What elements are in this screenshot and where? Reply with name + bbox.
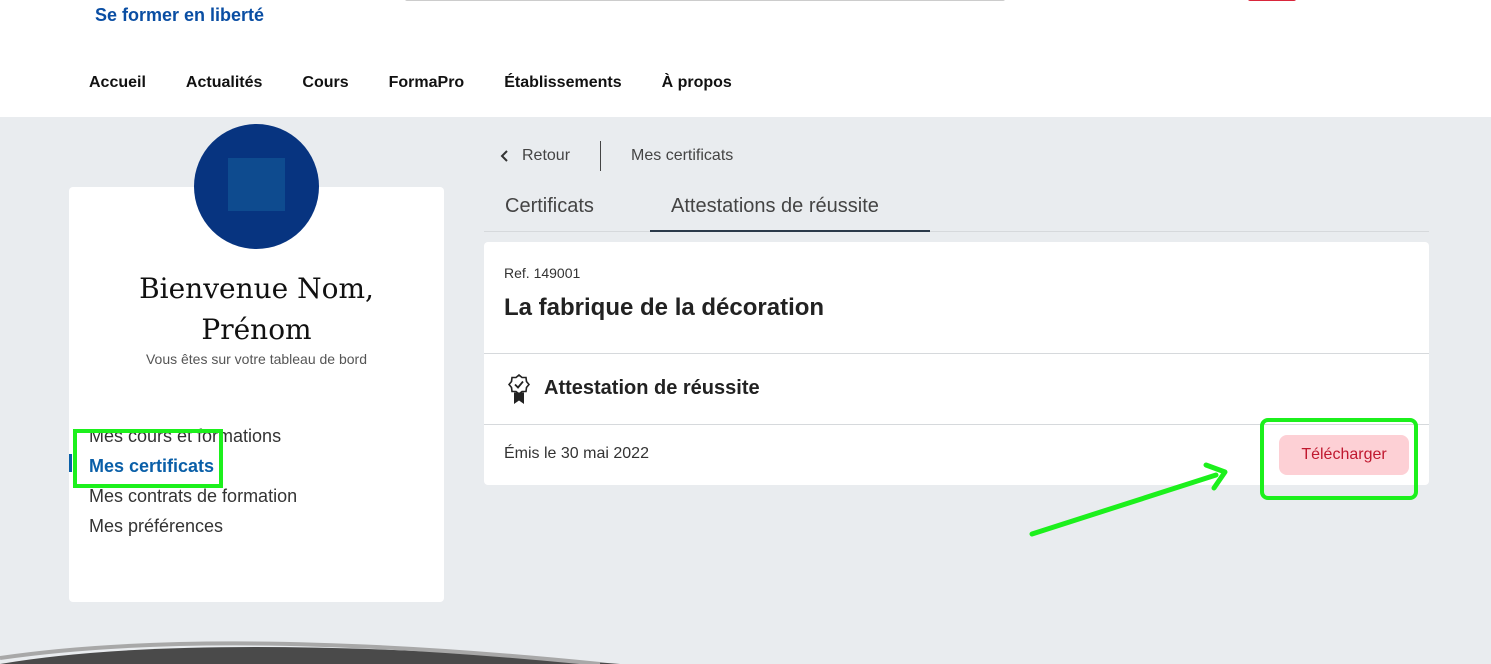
brand-tagline[interactable]: Se former en liberté <box>95 5 264 26</box>
course-title: La fabrique de la décoration <box>504 294 825 321</box>
search-bar-edge[interactable] <box>405 0 1005 1</box>
main-nav: Accueil Actualités Cours FormaPro Établi… <box>89 74 732 92</box>
breadcrumb-divider <box>600 141 602 171</box>
tab-certificats[interactable]: Certificats <box>505 195 594 232</box>
attestation-title: Attestation de réussite <box>544 377 760 399</box>
breadcrumb: Retour Mes certificats <box>500 141 733 171</box>
welcome-line-1: Bienvenue Nom, <box>139 272 374 305</box>
back-label: Retour <box>522 147 571 164</box>
account-button-edge[interactable] <box>1248 0 1296 1</box>
back-link[interactable]: Retour <box>500 147 570 165</box>
avatar <box>194 124 319 249</box>
welcome-line-2: Prénom <box>201 313 312 346</box>
footer-curve <box>0 641 620 664</box>
nav-a-propos[interactable]: À propos <box>662 74 732 92</box>
avatar-image <box>228 158 285 211</box>
course-ref: Ref. 149001 <box>504 265 581 281</box>
nav-cours[interactable]: Cours <box>302 74 348 92</box>
chevron-left-icon <box>500 150 508 162</box>
annotation-arrow-icon <box>1029 462 1228 537</box>
nav-formapro[interactable]: FormaPro <box>389 74 465 92</box>
card-divider <box>484 353 1429 354</box>
tab-attestations[interactable]: Attestations de réussite <box>650 195 930 232</box>
nav-actualites[interactable]: Actualités <box>186 74 262 92</box>
sidebar-item-preferences[interactable]: Mes préférences <box>89 511 297 541</box>
nav-etablissements[interactable]: Établissements <box>504 74 621 92</box>
tab-bar: Certificats Attestations de réussite <box>484 195 1429 232</box>
nav-accueil[interactable]: Accueil <box>89 74 146 92</box>
welcome-heading: Bienvenue Nom, Prénom <box>69 268 444 350</box>
issue-date: Émis le 30 mai 2022 <box>504 445 649 462</box>
highlight-box-menu <box>73 429 223 488</box>
highlight-box-download <box>1260 418 1418 500</box>
dashboard-subtitle: Vous êtes sur votre tableau de bord <box>145 351 368 367</box>
site-header: Se former en liberté Accueil Actualités … <box>0 0 1491 117</box>
active-item-indicator <box>69 454 72 472</box>
award-badge-icon <box>508 374 530 404</box>
breadcrumb-current: Mes certificats <box>631 147 734 164</box>
